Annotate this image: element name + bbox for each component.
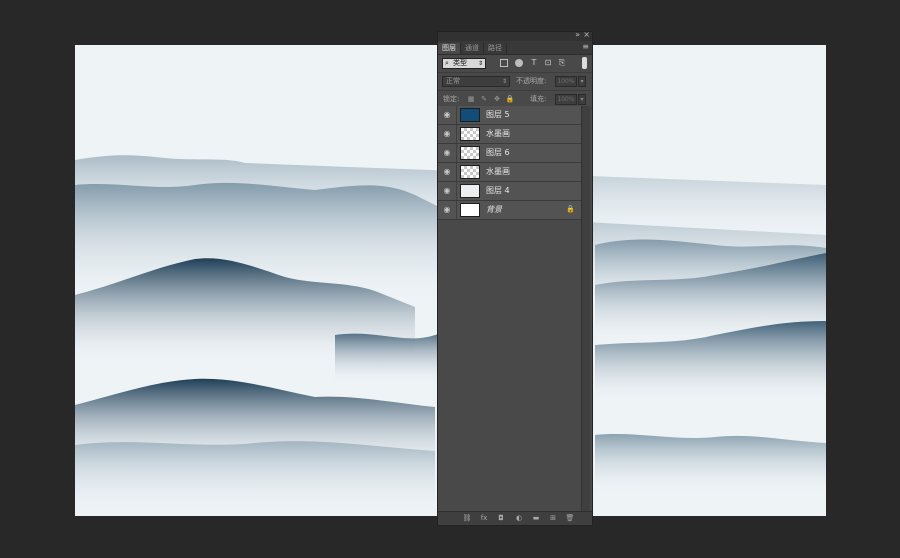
eye-icon[interactable]: ◉ — [442, 205, 452, 215]
scrollbar[interactable] — [581, 106, 590, 514]
filter-row: ⌕ 类型 ⇕ T ⊡ ⎘ — [438, 55, 592, 73]
filter-kind-select[interactable]: ⌕ 类型 ⇕ — [442, 58, 486, 69]
layer-row[interactable]: ◉ 图层 6 — [438, 144, 582, 163]
layer-thumbnail — [460, 203, 480, 217]
layer-name[interactable]: 水墨画 — [486, 163, 510, 181]
tab-paths[interactable]: 路径 — [484, 43, 507, 54]
lock-transparent-icon[interactable]: ▦ — [466, 94, 476, 105]
lock-all-icon[interactable]: 🔒 — [505, 94, 515, 105]
opacity-input[interactable]: 100% — [555, 76, 577, 87]
blend-row: 正常 ⇕ 不透明度: 100% ▾ — [438, 73, 592, 91]
panel-menu-icon[interactable]: ≡ — [582, 42, 589, 52]
layer-thumbnail — [460, 127, 480, 141]
panel-title-bar[interactable]: » × — [438, 30, 592, 41]
chevron-updown-icon: ⇕ — [477, 60, 483, 67]
layers-list: ◉ 图层 5 ◉ 水墨画 ◉ 图层 6 ◉ 水墨画 ◉ 图层 4 ◉ 背景 🔒 — [438, 106, 582, 220]
image-filter-icon[interactable] — [500, 59, 508, 67]
blend-mode-select[interactable]: 正常 ⇕ — [442, 76, 510, 87]
filter-toggle[interactable] — [582, 57, 587, 69]
panel-footer: ⛓ fx ◘ ◐ ▬ ⊞ 🗑 — [438, 511, 592, 525]
layer-row[interactable]: ◉ 图层 5 — [438, 106, 582, 125]
divider — [456, 144, 457, 162]
lock-position-icon[interactable]: ✥ — [492, 94, 502, 105]
group-folder-icon[interactable]: ▬ — [531, 514, 541, 523]
smart-object-filter-icon[interactable]: ⎘ — [557, 58, 567, 68]
fx-icon[interactable]: fx — [479, 514, 489, 523]
layer-name[interactable]: 图层 6 — [486, 144, 510, 162]
layer-row[interactable]: ◉ 水墨画 — [438, 125, 582, 144]
shape-filter-icon[interactable]: ⊡ — [543, 58, 553, 68]
collapse-icon[interactable]: » — [575, 30, 580, 39]
layer-name[interactable]: 图层 5 — [486, 106, 510, 124]
fill-label: 填充: — [530, 95, 547, 103]
opacity-dropdown-icon[interactable]: ▾ — [578, 76, 586, 87]
eye-icon[interactable]: ◉ — [442, 148, 452, 158]
divider — [456, 163, 457, 181]
filter-kind-label: 类型 — [453, 59, 467, 67]
type-filter-icon[interactable]: T — [529, 58, 539, 68]
divider — [456, 106, 457, 124]
eye-icon[interactable]: ◉ — [442, 110, 452, 120]
search-icon: ⌕ — [445, 59, 449, 67]
layer-row[interactable]: ◉ 水墨画 — [438, 163, 582, 182]
layer-thumbnail — [460, 184, 480, 198]
trash-icon[interactable]: 🗑 — [565, 514, 575, 523]
fill-dropdown-icon[interactable]: ▾ — [578, 94, 586, 105]
lock-label: 锁定: — [443, 95, 460, 103]
layer-thumbnail — [460, 165, 480, 179]
divider — [456, 182, 457, 200]
layer-name[interactable]: 图层 4 — [486, 182, 510, 200]
layer-name[interactable]: 背景 — [486, 201, 502, 219]
layer-name[interactable]: 水墨画 — [486, 125, 510, 143]
eye-icon[interactable]: ◉ — [442, 167, 452, 177]
layer-row-background[interactable]: ◉ 背景 🔒 — [438, 201, 582, 220]
divider — [456, 125, 457, 143]
layer-thumbnail — [460, 108, 480, 122]
mask-icon[interactable]: ◘ — [496, 514, 506, 523]
layer-thumbnail — [460, 146, 480, 160]
opacity-label: 不透明度: — [516, 77, 547, 85]
adjustment-layer-icon[interactable]: ◐ — [514, 514, 524, 523]
eye-icon[interactable]: ◉ — [442, 129, 452, 139]
panel-tabs: 图层 通道 路径 ≡ — [438, 41, 592, 55]
lock-image-icon[interactable]: ✎ — [479, 94, 489, 105]
adjustment-filter-icon[interactable] — [515, 59, 523, 67]
chevron-updown-icon: ⇕ — [501, 78, 507, 85]
link-layers-icon[interactable]: ⛓ — [462, 514, 472, 523]
layers-panel: » × 图层 通道 路径 ≡ ⌕ 类型 ⇕ T ⊡ ⎘ 正常 ⇕ 不透明度: 1… — [437, 30, 593, 526]
fill-input[interactable]: 100% — [555, 94, 577, 105]
layer-row[interactable]: ◉ 图层 4 — [438, 182, 582, 201]
new-layer-icon[interactable]: ⊞ — [548, 514, 558, 523]
tab-channels[interactable]: 通道 — [461, 43, 484, 54]
divider — [456, 201, 457, 219]
lock-icon[interactable]: 🔒 — [566, 205, 575, 214]
tab-layers[interactable]: 图层 — [438, 43, 461, 54]
eye-icon[interactable]: ◉ — [442, 186, 452, 196]
close-icon[interactable]: × — [583, 30, 590, 39]
blend-mode-value: 正常 — [446, 77, 460, 85]
